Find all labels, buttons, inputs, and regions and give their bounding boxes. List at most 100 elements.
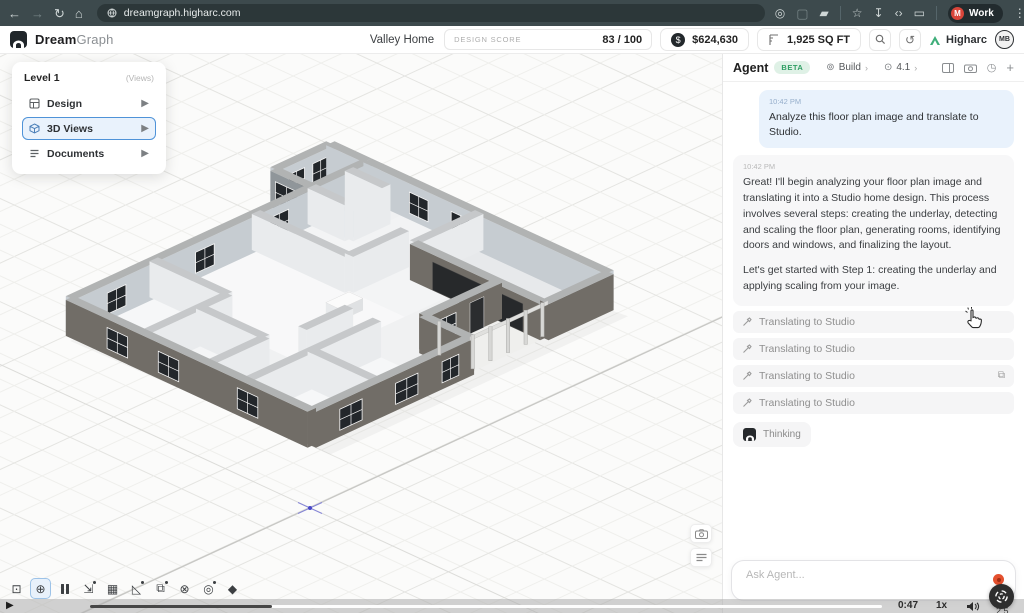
home-icon[interactable]: ⌂	[75, 7, 83, 20]
ask-agent-box[interactable]	[731, 560, 1016, 601]
design-score[interactable]: DESIGN SCORE 83 / 100	[444, 29, 652, 50]
video-scrubber[interactable]	[90, 605, 882, 608]
url-text: dreamgraph.higharc.com	[124, 7, 241, 19]
cube-icon	[29, 123, 40, 134]
level-title: Level 1	[24, 72, 60, 84]
canvas-toolbar: ⊡ ⊕ ⇲ ▦ ◺ ⧉ ⊗ ◎ ◆	[6, 578, 243, 599]
message-time: 10:42 PM	[769, 97, 1004, 106]
views-panel: Level 1 (Views) Design ▶ 3D Views ▶ Docu…	[12, 62, 166, 174]
sidebar-item-3d-views[interactable]: 3D Views ▶	[22, 117, 156, 140]
devtools-icon[interactable]: ‹›	[895, 6, 903, 20]
video-player-bar: ▶ 0:47 1x 2.5	[0, 599, 1024, 613]
floorplan-icon: ▦	[107, 582, 118, 596]
forward-icon[interactable]: →	[31, 7, 44, 20]
camera-view-button[interactable]	[690, 524, 712, 543]
video-time: 0:47	[898, 600, 918, 611]
cost-stat[interactable]: $ $624,630	[660, 28, 749, 51]
mode-dropdown[interactable]: ⊚Build›	[826, 62, 868, 73]
playback-speed[interactable]: 1x	[936, 600, 947, 611]
org-label[interactable]: Higharc	[929, 34, 987, 46]
dreamgraph-mini-logo	[743, 428, 756, 441]
tool-call-row[interactable]: Translating to Studio ⧉	[733, 365, 1014, 387]
orbit-button[interactable]: ⊕	[30, 578, 51, 599]
panels-icon[interactable]	[942, 63, 954, 73]
video-progress	[90, 605, 272, 608]
recorder-bubble[interactable]	[989, 584, 1014, 609]
fit-view-button[interactable]: ⊡	[6, 578, 27, 599]
play-icon[interactable]: ▶	[6, 601, 14, 611]
project-name[interactable]: Valley Home	[370, 34, 434, 46]
recorder-icon	[994, 589, 1009, 604]
sidebar-item-design[interactable]: Design ▶	[22, 92, 156, 115]
move-icon: ⇲	[83, 582, 93, 596]
download-icon[interactable]: ↧	[874, 6, 884, 20]
design-icon	[29, 98, 40, 109]
message-time: 10:42 PM	[743, 162, 1004, 171]
walls-icon	[61, 584, 69, 594]
extensions-icon[interactable]: ▰	[820, 6, 829, 20]
app-header: DreamGraph Valley Home DESIGN SCORE 83 /…	[0, 26, 1024, 54]
new-chat-icon[interactable]: +	[1006, 60, 1014, 75]
tool-call-row[interactable]: Translating to Studio	[733, 392, 1014, 414]
section-cut-icon: ⊗	[179, 582, 189, 596]
orbit-icon: ⊕	[35, 582, 45, 596]
measure-button[interactable]: ◺	[126, 578, 147, 599]
documents-icon	[29, 148, 40, 159]
user-message: 10:42 PM Analyze this floor plan image a…	[759, 90, 1014, 148]
extension-icon[interactable]: ▢	[796, 7, 808, 20]
app-title: DreamGraph	[35, 32, 114, 47]
agent-message: 10:42 PM Great! I'll begin analyzing you…	[733, 155, 1014, 305]
screenshot-icon[interactable]	[964, 63, 977, 73]
kebab-menu-icon[interactable]: ⋮	[1014, 6, 1024, 20]
tool-icon	[742, 398, 752, 408]
site-info-icon[interactable]: ◎	[775, 6, 785, 20]
chevron-right-icon: ▶	[141, 98, 149, 109]
beta-badge: BETA	[774, 61, 810, 74]
tag-button[interactable]: ◆	[222, 578, 243, 599]
section-cut-button[interactable]: ⊗	[174, 578, 195, 599]
browser-profile[interactable]: M Work	[948, 4, 1003, 23]
copy-icon[interactable]: ⧉	[998, 370, 1005, 381]
views-subtitle: (Views)	[126, 73, 154, 83]
floorplan-button[interactable]: ▦	[102, 578, 123, 599]
bookmark-star-icon[interactable]: ☆	[852, 6, 863, 20]
back-icon[interactable]: ←	[8, 7, 21, 20]
area-select-button[interactable]: ⧉	[150, 578, 171, 599]
globe-icon	[107, 8, 117, 18]
camera-icon	[695, 529, 708, 539]
refresh-icon[interactable]: ↻	[54, 7, 65, 20]
agent-panel: Agent BETA ⊚Build› ⊙4.1› ◷ + 10:42 PM An…	[722, 54, 1024, 613]
ask-agent-input[interactable]	[744, 568, 964, 582]
history-clock-icon[interactable]: ◷	[987, 61, 997, 74]
tool-icon	[742, 317, 752, 327]
area-stat[interactable]: 1,925 SQ FT	[757, 28, 861, 51]
user-avatar[interactable]: MB	[995, 30, 1014, 49]
dreamgraph-logo[interactable]	[10, 31, 27, 48]
volume-icon[interactable]	[966, 601, 980, 612]
history-button[interactable]: ↺	[899, 29, 921, 51]
layers-list-button[interactable]	[690, 548, 712, 567]
measure-icon: ◺	[132, 582, 141, 596]
address-bar[interactable]: dreamgraph.higharc.com	[97, 4, 765, 22]
move-button[interactable]: ⇲	[78, 578, 99, 599]
tool-call-row[interactable]: Translating to Studio	[733, 338, 1014, 360]
list-icon	[696, 553, 707, 562]
higharc-logo-icon	[929, 34, 941, 46]
history-icon: ↺	[905, 33, 915, 47]
tab-search-icon[interactable]: ▭	[914, 6, 925, 20]
browser-bar: ← → ↻ ⌂ dreamgraph.higharc.com ◎ ▢ ▰ ☆ ↧…	[0, 0, 1024, 26]
screen: ← → ↻ ⌂ dreamgraph.higharc.com ◎ ▢ ▰ ☆ ↧…	[0, 0, 1024, 613]
sidebar-item-documents[interactable]: Documents ▶	[22, 142, 156, 165]
thinking-indicator[interactable]: Thinking	[733, 422, 811, 447]
viewport-3d[interactable]: Level 1 (Views) Design ▶ 3D Views ▶ Docu…	[0, 54, 722, 613]
agent-title: Agent	[733, 61, 768, 75]
model-dropdown[interactable]: ⊙4.1›	[884, 62, 917, 73]
pin-button[interactable]: ◎	[198, 578, 219, 599]
agent-header: Agent BETA ⊚Build› ⊙4.1› ◷ +	[723, 54, 1024, 82]
pin-icon: ◎	[203, 582, 213, 596]
divider	[936, 6, 937, 20]
profile-avatar: M	[951, 7, 964, 20]
search-button[interactable]	[869, 29, 891, 51]
walls-toggle-button[interactable]	[54, 578, 75, 599]
model-icon: ⊙	[884, 62, 892, 73]
